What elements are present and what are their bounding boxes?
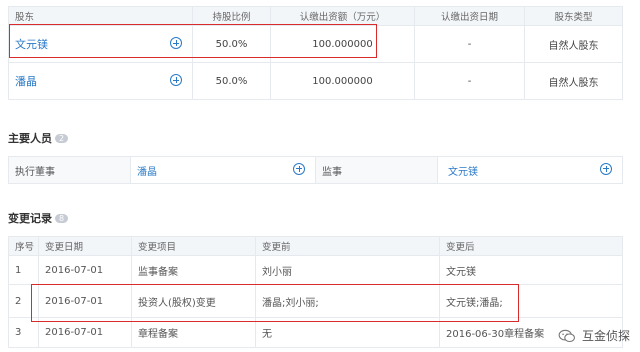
shareholders-header: 股东 持股比例 认缴出资额（万元） 认缴出资日期 股东类型 [8, 6, 623, 26]
change-records-header: 序号 变更日期 变更项目 变更前 变更后 [8, 236, 623, 256]
watermark: 互金侦探 [558, 327, 630, 344]
role-label: 监事 [315, 156, 438, 184]
highlight-box [9, 24, 377, 58]
count-badge: 2 [55, 134, 69, 143]
header-change-item: 变更项目 [131, 236, 256, 256]
row-no: 1 [8, 255, 39, 285]
shareholder-name-link[interactable]: 潘晶 [15, 75, 37, 88]
row-no: 3 [8, 317, 39, 348]
row-date: 2016-07-01 [38, 317, 132, 348]
header-shareholder: 股东 [8, 6, 193, 26]
plus-circle-icon[interactable] [170, 74, 182, 86]
watermark-text: 互金侦探 [581, 329, 630, 343]
header-after: 变更后 [439, 236, 623, 256]
count-badge: 8 [55, 214, 69, 223]
header-ratio: 持股比例 [192, 6, 271, 26]
table-row: 1 2016-07-01 监事备案 刘小丽 文元镁 [8, 255, 623, 285]
person-cell: 文元镁 [437, 156, 623, 184]
plus-circle-icon[interactable] [293, 162, 305, 175]
header-no: 序号 [8, 236, 39, 256]
header-type: 股东类型 [524, 6, 623, 26]
change-records-title: 变更记录 8 [8, 210, 69, 226]
header-before: 变更前 [255, 236, 440, 256]
row-before: 无 [255, 317, 440, 348]
shareholder-row: 潘晶 50.0% 100.000000 - 自然人股东 [8, 62, 623, 100]
header-date: 认缴出资日期 [414, 6, 525, 26]
plus-circle-icon[interactable] [600, 162, 612, 175]
key-personnel-label: 主要人员 [8, 132, 52, 145]
change-records-label: 变更记录 [8, 212, 52, 225]
shareholder-amount: 100.000000 [270, 62, 415, 100]
highlight-box [31, 284, 519, 322]
key-personnel-title: 主要人员 2 [8, 130, 69, 146]
shareholder-date: - [414, 25, 525, 63]
key-personnel-table: 执行董事 潘晶 监事 文元镁 [8, 156, 623, 184]
table-row: 3 2016-07-01 章程备案 无 2016-06-30章程备案 [8, 317, 623, 348]
header-amount: 认缴出资额（万元） [270, 6, 415, 26]
role-label: 执行董事 [8, 156, 131, 184]
header-change-date: 变更日期 [38, 236, 132, 256]
shareholder-type: 自然人股东 [524, 25, 623, 63]
row-before: 刘小丽 [255, 255, 440, 285]
wechat-icon [558, 329, 575, 342]
person-name-link[interactable]: 潘晶 [137, 167, 157, 178]
row-item: 章程备案 [131, 317, 256, 348]
row-date: 2016-07-01 [38, 255, 132, 285]
row-after: 文元镁 [439, 255, 623, 285]
person-name-link[interactable]: 文元镁 [448, 167, 478, 178]
shareholder-ratio: 50.0% [192, 62, 271, 100]
person-cell: 潘晶 [130, 156, 316, 184]
shareholder-date: - [414, 62, 525, 100]
key-personnel-row: 执行董事 潘晶 监事 文元镁 [8, 156, 623, 184]
shareholder-type: 自然人股东 [524, 62, 623, 100]
row-item: 监事备案 [131, 255, 256, 285]
shareholder-name-cell: 潘晶 [8, 62, 193, 100]
